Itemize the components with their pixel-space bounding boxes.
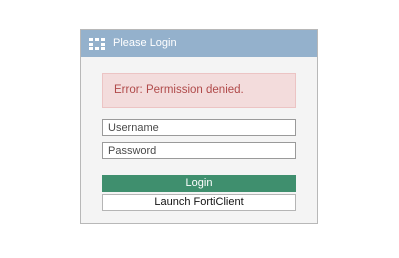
launch-forticlient-button[interactable]: Launch FortiClient [102,194,296,211]
panel-title: Please Login [113,37,177,49]
error-message: Error: Permission denied. [102,73,296,108]
username-field[interactable] [102,119,296,136]
login-panel: Please Login Error: Permission denied. L… [80,29,318,224]
panel-header: Please Login [81,30,317,57]
fortinet-logo-icon [89,38,105,50]
password-field[interactable] [102,142,296,159]
login-button[interactable]: Login [102,175,296,192]
